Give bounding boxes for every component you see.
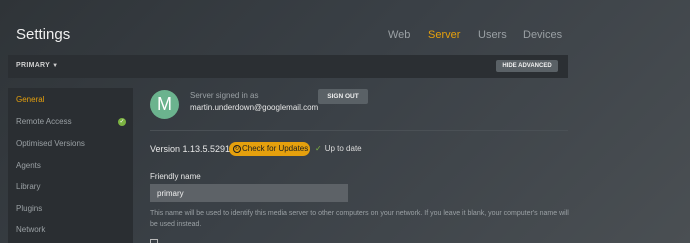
sidebar-item-library[interactable]: Library [8,176,133,198]
friendly-name-help: This name will be used to identify this … [150,210,569,228]
checkbox[interactable] [150,239,158,243]
server-toolbar: PRIMARY ▼ HIDE ADVANCED [8,55,568,78]
sidebar-item-label: Plugins [16,204,43,213]
account-email: martin.underdown@googlemail.com [190,103,319,112]
sidebar-item-label: Optimised Versions [16,139,85,148]
friendly-name-label: Friendly name [150,172,201,181]
check-icon: ✓ [315,144,322,153]
tab-devices[interactable]: Devices [523,29,562,41]
divider [150,130,568,131]
avatar: M [150,90,179,119]
sidebar-item-label: Agents [16,161,41,170]
sidebar-item-label: Remote Access [16,117,72,126]
sidebar-item-general[interactable]: General [8,89,133,111]
check-updates-label: Check for Updates [242,144,309,153]
sidebar-item-agents[interactable]: Agents [8,155,133,177]
sidebar-item-plugins[interactable]: Plugins [8,198,133,220]
hide-advanced-button[interactable]: HIDE ADVANCED [496,60,558,72]
sidebar-item-label: Library [16,182,41,191]
friendly-name-input[interactable] [150,184,348,202]
version-text: Version 1.13.5.5291 [150,144,231,154]
tab-web[interactable]: Web [388,29,410,41]
sidebar-item-network[interactable]: Network [8,219,133,241]
page-title: Settings [16,26,71,43]
settings-sidebar: General Remote Access ✓ Optimised Versio… [8,88,133,243]
refresh-icon: ↻ [233,145,241,153]
check-updates-button[interactable]: ↻ Check for Updates [229,142,310,156]
sidebar-item-label: Network [16,225,46,234]
update-status: ✓ Up to date [315,144,362,153]
update-status-label: Up to date [324,144,362,153]
sidebar-item-remote-access[interactable]: Remote Access ✓ [8,111,133,133]
check-circle-icon: ✓ [118,118,126,126]
tab-users[interactable]: Users [478,29,507,41]
tab-server[interactable]: Server [428,29,460,41]
server-selector[interactable]: PRIMARY ▼ [16,62,58,69]
server-name: PRIMARY [16,62,51,69]
sidebar-item-optimised-versions[interactable]: Optimised Versions [8,133,133,155]
sign-out-button[interactable]: SIGN OUT [318,89,368,104]
sidebar-item-label: General [16,95,45,104]
chevron-down-icon: ▼ [52,63,59,69]
signed-in-label: Server signed in as [190,91,259,100]
header: Settings Web Server Users Devices [0,0,690,55]
